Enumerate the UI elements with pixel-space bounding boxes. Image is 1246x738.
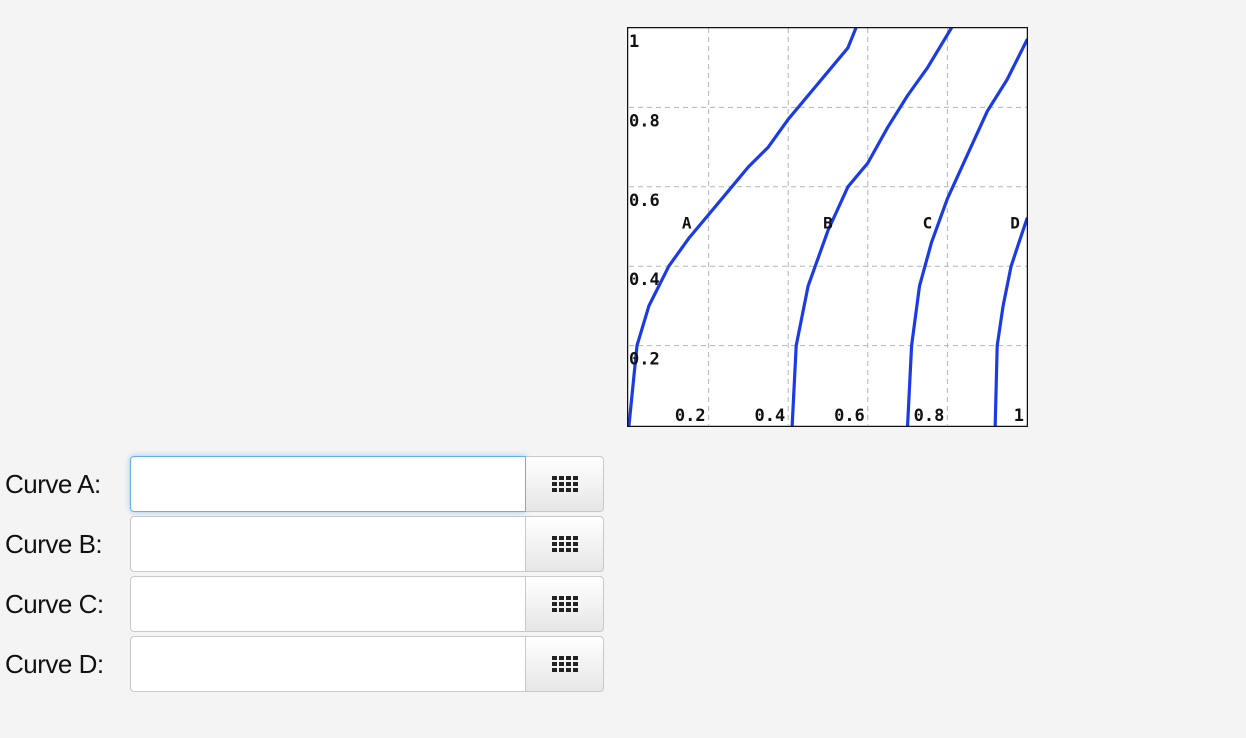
curve-b-keypad-button[interactable] [526,516,604,572]
x-tick-label: 0.4 [754,406,785,426]
curve-a-label: A [682,214,692,233]
curve-a-keypad-button[interactable] [526,456,604,512]
curve-b-row: Curve B: [0,516,620,576]
curve-d-label: D [1010,214,1020,233]
x-tick-label: 0.8 [914,406,945,426]
curve-a-row: Curve A: [0,456,620,516]
x-tick-label: 0.2 [675,406,706,426]
keypad-icon [551,476,578,492]
curve-c-label: Curve C: [5,589,104,619]
x-tick-label: 0.6 [834,406,865,426]
y-tick-label: 0.2 [629,350,660,370]
curve-b-input[interactable] [130,516,526,572]
curve-d-keypad-button[interactable] [526,636,604,692]
plot-svg: 0.2 0.4 0.6 0.8 1 0.2 0.4 0.6 0.8 1 A B C D [627,27,1028,427]
keypad-icon [551,656,578,672]
keypad-icon [551,536,578,552]
curve-a-input[interactable] [130,456,526,512]
y-tick-label: 0.8 [629,111,660,131]
keypad-icon [551,596,578,612]
curve-d-label: Curve D: [5,649,104,679]
curve-d-row: Curve D: [0,636,620,696]
curve-plot: 0.2 0.4 0.6 0.8 1 0.2 0.4 0.6 0.8 1 A B C D [627,27,1028,427]
curve-d-input[interactable] [130,636,526,692]
curve-c-keypad-button[interactable] [526,576,604,632]
curve-c-row: Curve C: [0,576,620,636]
y-tick-label: 1 [629,32,639,52]
curve-a-label: Curve A: [5,469,101,499]
y-tick-label: 0.6 [629,191,660,211]
curve-b-label: Curve B: [5,529,103,559]
curve-b-label: B [823,214,833,233]
curve-c-label: C [923,214,933,233]
x-tick-label: 1 [1014,406,1024,426]
curve-c-input[interactable] [130,576,526,632]
y-tick-label: 0.4 [629,270,660,290]
